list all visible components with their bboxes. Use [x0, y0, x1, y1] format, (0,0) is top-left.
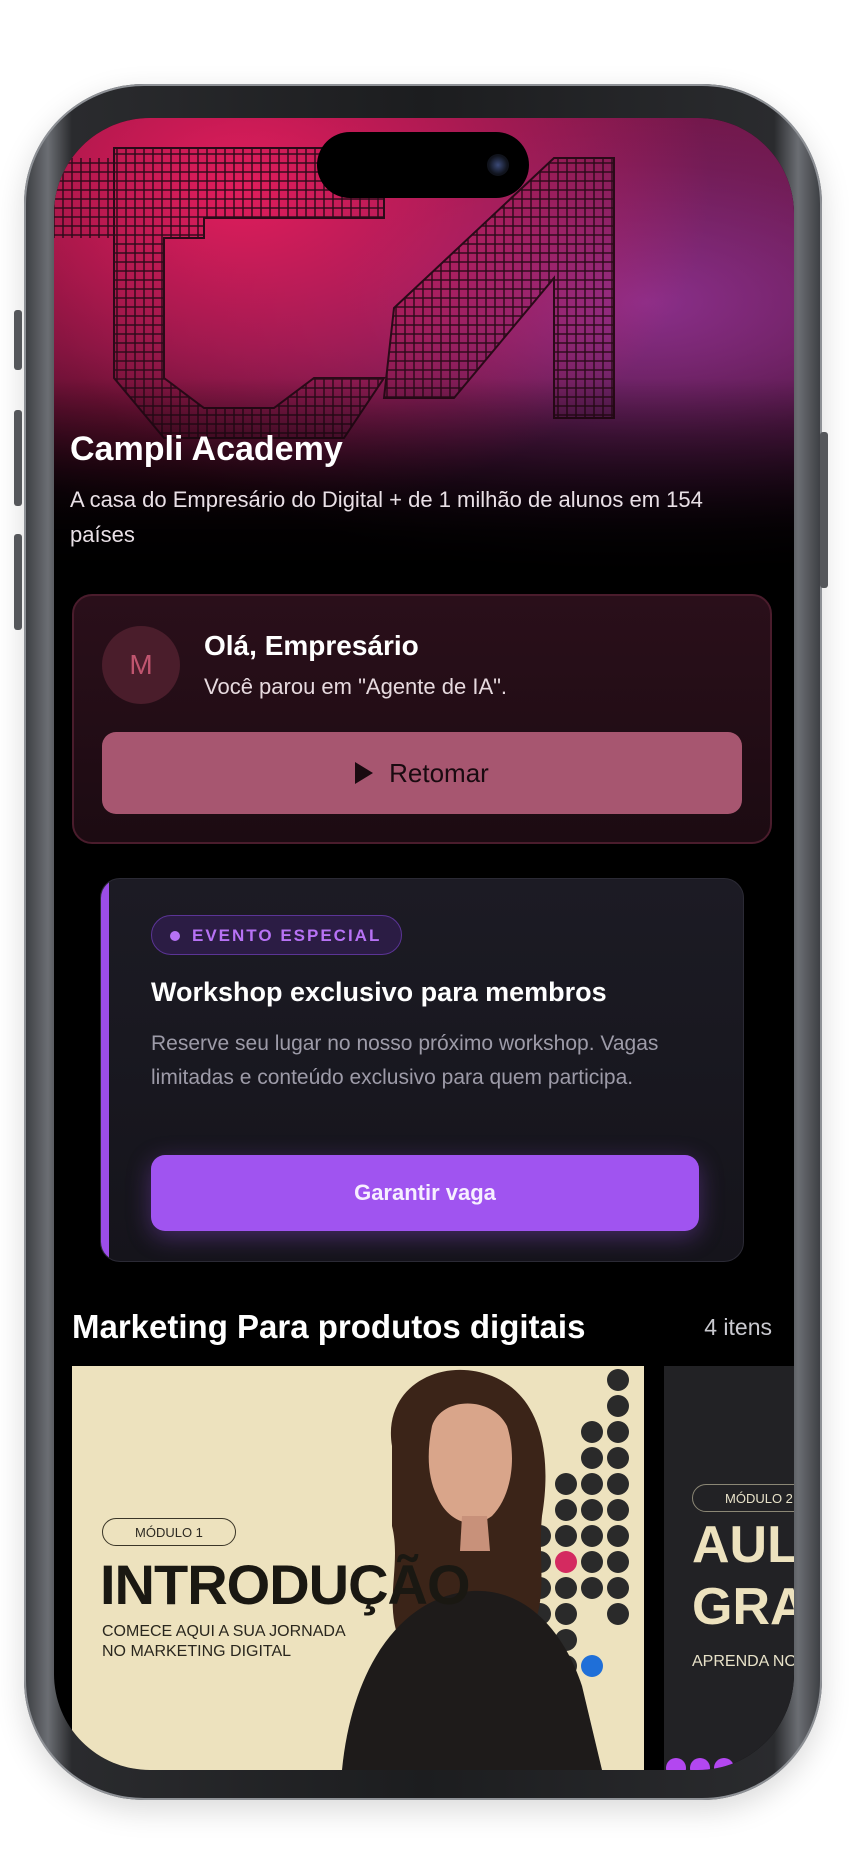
- event-badge-label: EVENTO ESPECIAL: [192, 926, 382, 945]
- resume-button-label: Retomar: [389, 757, 489, 788]
- resume-button[interactable]: Retomar: [102, 732, 742, 814]
- play-icon: [355, 762, 374, 784]
- hero-subtitle: A casa do Empresário do Digital + de 1 m…: [70, 487, 703, 547]
- module-2-tag: MÓDULO 2: [692, 1484, 794, 1512]
- event-accent-bar: [101, 879, 109, 1261]
- front-camera-icon: [487, 154, 509, 176]
- greeting-title: Olá, Empresário: [204, 630, 419, 661]
- volume-down-button: [14, 534, 22, 630]
- module-1-tag: MÓDULO 1: [102, 1518, 236, 1546]
- module-1-title: INTRODUÇÃO: [100, 1553, 471, 1616]
- action-button: [14, 310, 22, 370]
- event-title: Workshop exclusivo para membros: [151, 977, 607, 1007]
- event-badge: EVENTO ESPECIAL: [151, 915, 403, 955]
- continue-watching-card: M Olá, Empresário Você parou em "Agente …: [72, 594, 772, 844]
- hero-banner: Campli Academy A casa do Empresário do D…: [54, 118, 794, 598]
- section-title: Marketing Para produtos digitais: [72, 1308, 586, 1345]
- section-item-count: 4 itens: [704, 1314, 772, 1340]
- power-button: [820, 432, 828, 588]
- volume-up-button: [14, 410, 22, 506]
- app-screen: Campli Academy A casa do Empresário do D…: [54, 118, 794, 1770]
- module-2-title: AUL GRA: [692, 1516, 794, 1636]
- module-card-1[interactable]: MÓDULO 1 INTRODUÇÃO COMECE AQUI A SUA JO…: [72, 1366, 644, 1770]
- avatar[interactable]: M: [102, 626, 180, 704]
- dynamic-island: [317, 132, 529, 198]
- badge-dot-icon: [170, 931, 180, 941]
- module-2-dots-graphic: [666, 1758, 734, 1770]
- special-event-card: EVENTO ESPECIAL Workshop exclusivo para …: [100, 878, 744, 1262]
- hero-title: Campli Academy: [70, 430, 343, 468]
- module-card-2[interactable]: MÓDULO 2 AUL GRA APRENDA NO E REVEJA QUA: [664, 1366, 794, 1770]
- reserve-spot-button[interactable]: Garantir vaga: [151, 1155, 699, 1231]
- module-2-subtitle: APRENDA NO E REVEJA QUA: [692, 1653, 794, 1670]
- event-description: Reserve seu lugar no nosso próximo works…: [151, 1032, 659, 1089]
- module-1-subtitle: COMECE AQUI A SUA JORNADA NO MARKETING D…: [102, 1623, 345, 1660]
- last-lesson-text: Você parou em "Agente de IA".: [204, 674, 508, 699]
